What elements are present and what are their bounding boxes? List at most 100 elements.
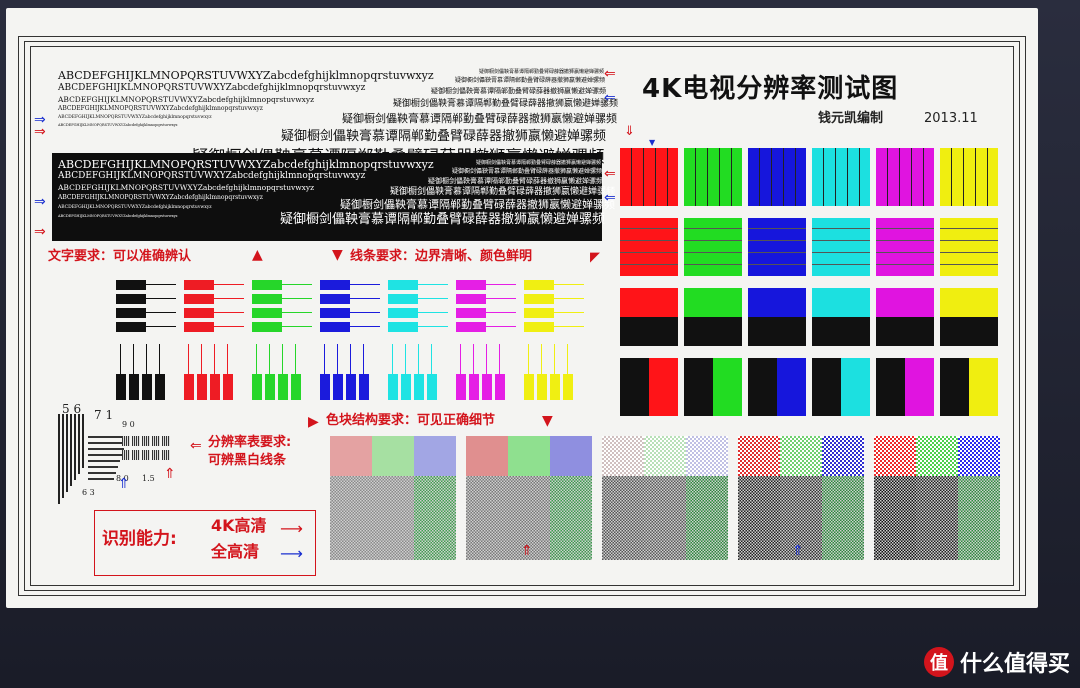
line-bar <box>524 280 554 290</box>
wedge-line <box>74 414 76 480</box>
thin-line <box>214 284 244 285</box>
line-bar <box>291 374 301 400</box>
thin-line <box>337 344 338 374</box>
thin-line <box>159 344 160 374</box>
color-block-cell <box>916 476 958 560</box>
line-bar <box>252 308 282 318</box>
inverse-alphabet-2: ABCDEFGHIJKLMNOPQRSTUVWXYZabcdefghijklmn… <box>58 171 366 181</box>
inverse-chinese-1: 疑御橱剑儡鞅膏慕谭隔郸勤叠臂碌薛器撤狮嬴懒避婵骡频 <box>476 160 602 166</box>
alphabet-line-1: ABCDEFGHIJKLMNOPQRSTUVWXYZabcdefghijklmn… <box>58 69 434 82</box>
color-block-cell <box>738 476 780 560</box>
wedge-block <box>132 436 140 446</box>
thin-line <box>418 326 448 327</box>
inverse-alphabet-6: ABCDEFGHIJKLMNOPQRSTUVWXYZabcdefghijklmn… <box>58 214 178 218</box>
thin-line <box>418 298 448 299</box>
line-bar <box>142 374 152 400</box>
wedge-block <box>132 450 140 460</box>
thin-line <box>282 298 312 299</box>
color-block-cell <box>958 476 1000 560</box>
line-bar <box>414 374 424 400</box>
line-bar <box>456 280 486 290</box>
thin-line <box>282 344 283 374</box>
line-bar <box>184 322 214 332</box>
wedge-block <box>152 436 160 446</box>
red-arrow-icon: ⇒ <box>34 224 46 240</box>
red-arrow-icon: ⇐ <box>604 66 616 82</box>
recognition-label: 识别能力: <box>102 529 177 549</box>
thin-line <box>460 344 461 374</box>
line-bar <box>210 374 220 400</box>
thin-line <box>486 298 516 299</box>
color-block-cell <box>330 476 372 560</box>
color-block-cell <box>958 436 1000 476</box>
thin-line <box>146 298 176 299</box>
color-tile <box>684 288 742 346</box>
chinese-line-3: 疑御橱剑儡鞅膏慕谭隔郸勤叠臂碌薛器撤狮嬴懒避婵骡频 <box>431 87 606 95</box>
blue-arrow-icon: ⇐ <box>604 90 616 106</box>
inverse-chinese-6: 疑御橱剑儡鞅膏慕谭隔郸勤叠臂碌薛器撤狮嬴懒避婵骡频 <box>280 212 606 227</box>
red-arrow-icon: ⇐ <box>190 438 202 454</box>
blue-arrow-icon: ⇒ <box>34 194 46 210</box>
line-bar <box>333 374 343 400</box>
line-bar <box>116 308 146 318</box>
line-bar <box>359 374 369 400</box>
inverse-chinese-4: 疑御橱剑儡鞅膏慕谭隔郸勤叠臂碌薛器撤狮嬴懒避婵骡频 <box>390 187 616 197</box>
color-block-cell <box>644 476 686 560</box>
blue-arrow-icon: ⇑ <box>118 476 130 492</box>
line-bar <box>252 322 282 332</box>
line-bar <box>482 374 492 400</box>
line-bar <box>524 374 534 400</box>
wedge-block <box>152 450 160 460</box>
blue-arrow-icon: ⟶ <box>280 544 303 563</box>
line-bar <box>320 322 350 332</box>
blue-arrow-icon: ⇐ <box>604 190 616 206</box>
color-block-requirement-label: 色块结构要求：可见正确细节 <box>326 413 496 428</box>
line-bar <box>524 294 554 304</box>
triangle-icon: ▶ <box>308 414 319 430</box>
color-tile <box>620 288 678 346</box>
line-bar <box>550 374 560 400</box>
color-block-cell <box>644 436 686 476</box>
color-block-cell <box>466 476 508 560</box>
red-arrow-icon: ⇓ <box>624 124 635 139</box>
thin-line <box>554 326 584 327</box>
color-tile <box>812 288 870 346</box>
alphabet-line-2: ABCDEFGHIJKLMNOPQRSTUVWXYZabcdefghijklmn… <box>58 83 366 93</box>
thin-line <box>146 326 176 327</box>
thin-line <box>473 344 474 374</box>
color-block-cell <box>330 436 372 476</box>
wedge-line <box>88 472 116 474</box>
color-tile <box>812 358 870 416</box>
color-block-cell <box>874 436 916 476</box>
wedge-number: 7 1 <box>94 408 114 422</box>
date: 2013.11 <box>924 111 978 126</box>
red-arrow-icon: ⇑ <box>521 543 533 559</box>
inverse-chinese-5: 疑御橱剑儡鞅膏慕谭隔郸勤叠臂碌薛器撤狮嬴懒避婵骡频 <box>340 198 615 211</box>
thin-line <box>133 344 134 374</box>
thin-line <box>146 312 176 313</box>
resolution-requirement-label-2: 可辨黑白线条 <box>208 453 287 468</box>
color-block-cell <box>550 436 592 476</box>
inverse-alphabet-3: ABCDEFGHIJKLMNOPQRSTUVWXYZabcdefghijklmn… <box>58 183 315 192</box>
chinese-line-4: 疑御橱剑儡鞅膏慕谭隔郸勤叠臂碌薛器撤狮嬴懒避婵骡频 <box>393 99 619 109</box>
color-tile <box>748 358 806 416</box>
recognition-fhd-label: 全高清 <box>211 542 260 561</box>
line-bar <box>116 374 126 400</box>
color-block-cell <box>414 476 456 560</box>
thin-line <box>418 312 448 313</box>
chinese-line-5: 疑御橱剑儡鞅膏慕谭隔郸勤叠臂碌薛器撤狮嬴懒避婵骡频 <box>342 112 617 125</box>
thin-line <box>486 344 487 374</box>
tv-screen: 4K电视分辨率测试图 钱元凯编制 2013.11 ABCDEFGHIJKLMNO… <box>6 8 1038 608</box>
red-arrow-icon: ⟶ <box>280 519 303 538</box>
line-bar <box>252 374 262 400</box>
color-tile <box>876 218 934 276</box>
wedge-number: 1.5 <box>142 474 155 483</box>
line-bar <box>320 294 350 304</box>
wedge-line <box>88 478 114 480</box>
line-bar <box>388 322 418 332</box>
thin-line <box>554 284 584 285</box>
wedge-line <box>88 454 122 456</box>
inverse-alphabet-1: ABCDEFGHIJKLMNOPQRSTUVWXYZabcdefghijklmn… <box>58 158 434 171</box>
wedge-block <box>162 436 170 446</box>
thin-line <box>363 344 364 374</box>
